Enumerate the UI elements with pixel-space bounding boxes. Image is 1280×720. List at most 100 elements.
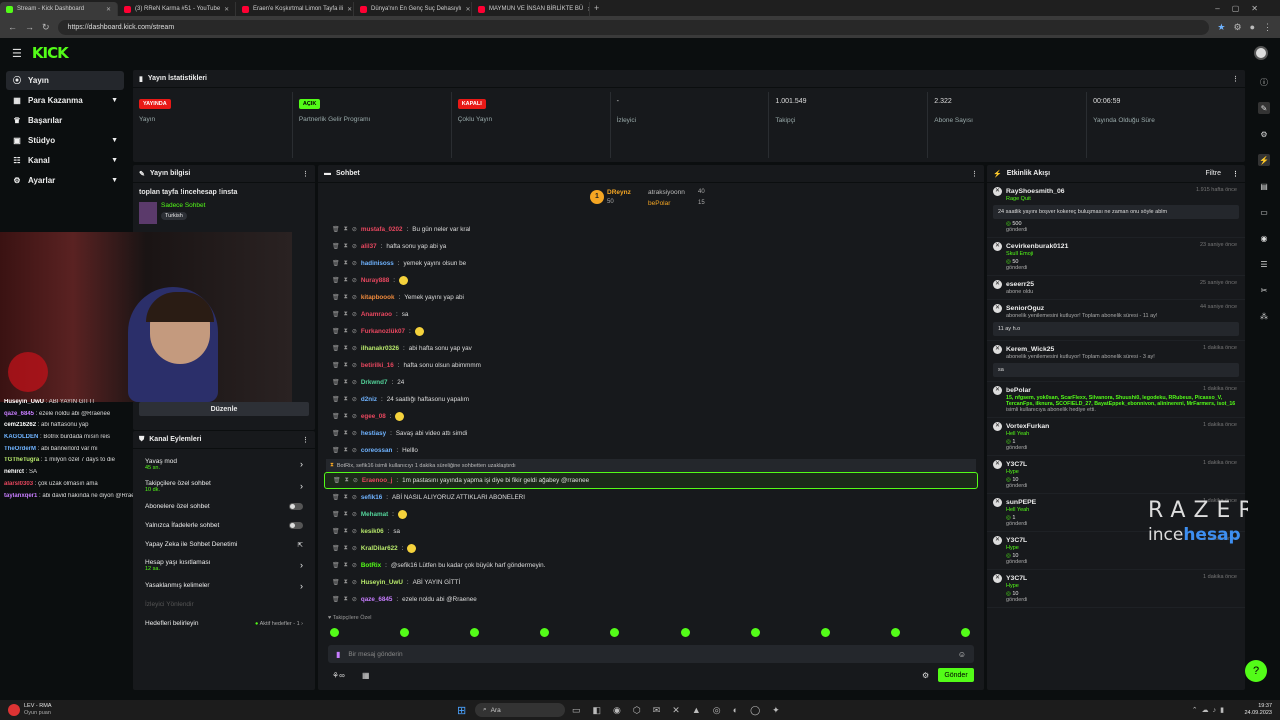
event-username[interactable]: SeniorOguz: [1006, 305, 1044, 312]
sidebar-item-3[interactable]: ▣ Stüdyo ▼: [6, 131, 124, 150]
ban-icon[interactable]: ⊘: [352, 396, 357, 403]
activity-menu-icon[interactable]: ⋮: [1232, 170, 1239, 178]
event-username[interactable]: sunPEPE: [1006, 499, 1036, 506]
ban-icon[interactable]: ⊘: [352, 362, 357, 369]
ban-icon[interactable]: ⊘: [352, 260, 357, 267]
ban-icon[interactable]: ⊘: [352, 413, 357, 420]
chevron-right-icon[interactable]: ›: [300, 481, 303, 491]
extensions-icon[interactable]: ⚙: [1233, 22, 1241, 33]
chat-message[interactable]: 🗑 ⧗ ⊘ qaze_6845: ezele noldu abi @Rraenee: [318, 591, 984, 608]
sidebar-item-0[interactable]: ⦿ Yayın: [6, 71, 124, 90]
channel-action-6[interactable]: Yasaklanmış kelimeler ›: [139, 576, 309, 595]
send-button[interactable]: Gönder: [938, 668, 974, 682]
hamburger-menu-icon[interactable]: ☰: [12, 47, 22, 60]
tab-close-icon[interactable]: ✕: [587, 6, 589, 13]
browser-tab[interactable]: Eraen'e Koşkırtmal Limon Tayfa ili ✕: [236, 2, 354, 16]
chat-username[interactable]: Nuray888: [361, 277, 389, 284]
chat-message[interactable]: 🗑 ⧗ ⊘ coreossan: Helllo: [318, 442, 984, 459]
chat-username[interactable]: Huseyin_UwU: [361, 579, 403, 586]
timeout-icon[interactable]: ⧗: [344, 345, 348, 352]
ban-icon[interactable]: ⊘: [352, 528, 357, 535]
leader-3-name[interactable]: bePolar: [648, 200, 670, 207]
taskbar-app-icon[interactable]: ◐: [733, 705, 738, 716]
browser-tab[interactable]: Dünya'nın En Genç Suç Dehasıylı ✕: [354, 2, 472, 16]
leader-1-name[interactable]: DReynz: [607, 189, 631, 196]
event-username[interactable]: RayShoesmith_06: [1006, 188, 1065, 195]
delete-message-icon[interactable]: 🗑: [332, 260, 340, 267]
user-avatar[interactable]: [1254, 46, 1268, 60]
taskbar-app-icon[interactable]: ✕: [672, 705, 680, 716]
category-link[interactable]: Sadece Sohbet: [161, 202, 205, 209]
timeout-icon[interactable]: ⧗: [344, 260, 348, 267]
event-username[interactable]: VortexFurkan: [1006, 423, 1049, 430]
timeout-icon[interactable]: ⧗: [344, 447, 348, 454]
timeout-icon[interactable]: ⧗: [344, 226, 348, 233]
toggle-switch[interactable]: [289, 503, 303, 510]
active-goals-label[interactable]: ● Aktif hedefler - 1 ›: [255, 621, 303, 627]
chat-username[interactable]: Drkwnd7: [361, 379, 388, 386]
chat-username[interactable]: Eraenoo_j: [362, 477, 392, 484]
document-icon[interactable]: ▤: [1258, 180, 1270, 192]
quick-emote-icon[interactable]: [540, 628, 550, 637]
broadcast-icon[interactable]: ◉: [1258, 232, 1270, 244]
wrench-icon[interactable]: ✂: [1258, 284, 1270, 296]
timeout-icon[interactable]: ⧗: [344, 494, 348, 501]
timeout-icon[interactable]: ⧗: [344, 379, 348, 386]
chat-settings-icon[interactable]: ⚙: [922, 671, 929, 680]
event-username[interactable]: Cevirkenburak0121: [1006, 243, 1068, 250]
filter-button[interactable]: Filtre: [1205, 170, 1221, 177]
chat-username[interactable]: mustafa_0202: [361, 226, 403, 233]
chat-username[interactable]: sefik16: [361, 494, 382, 501]
leader-2-name[interactable]: atraksiyoonn: [648, 189, 685, 196]
chevron-right-icon[interactable]: ›: [300, 560, 303, 570]
delete-message-icon[interactable]: 🗑: [332, 243, 340, 250]
taskbar-app-icon[interactable]: ▲: [692, 705, 701, 716]
chat-message[interactable]: 🗑 ⧗ ⊘ mustafa_0202: Bu gün neler var kral: [318, 221, 984, 238]
taskbar-app-icon[interactable]: ◎: [713, 705, 721, 716]
tab-close-icon[interactable]: ✕: [347, 6, 352, 13]
event-username[interactable]: Y3C7L: [1006, 575, 1027, 582]
timeout-icon[interactable]: ⧗: [345, 477, 349, 484]
channel-action-4[interactable]: Yapay Zeka ile Sohbet Denetimi ⇱: [139, 535, 309, 554]
chat-username[interactable]: KralDilar622: [361, 545, 398, 552]
ban-icon[interactable]: ⊘: [352, 430, 357, 437]
quick-emote-icon[interactable]: [470, 628, 480, 637]
delete-message-icon[interactable]: 🗑: [332, 494, 340, 501]
ban-icon[interactable]: ⊘: [352, 545, 357, 552]
ban-icon[interactable]: ⊘: [352, 243, 357, 250]
channel-action-3[interactable]: Yalnızca İfadelerle sohbet: [139, 516, 309, 535]
delete-message-icon[interactable]: 🗑: [332, 362, 340, 369]
toggle-switch[interactable]: [289, 522, 303, 529]
quick-emote-icon[interactable]: [820, 628, 830, 637]
timeout-icon[interactable]: ⧗: [344, 579, 348, 586]
language-tag[interactable]: Turkish: [161, 212, 187, 220]
chat-message[interactable]: 🗑 ⧗ ⊘ Nuray888:: [318, 272, 984, 289]
stream-info-menu-icon[interactable]: ⋮: [302, 170, 309, 178]
chat-tools-icon[interactable]: ⚘∞: [332, 671, 345, 680]
quick-emote-icon[interactable]: [960, 628, 970, 637]
delete-message-icon[interactable]: 🗑: [332, 226, 340, 233]
channel-action-5[interactable]: Hesap yaşı kısıtlaması 12 sa. ›: [139, 554, 309, 576]
delete-message-icon[interactable]: 🗑: [332, 277, 340, 284]
chat-message[interactable]: 🗑 ⧗ ⊘ hestiasy: Savaş abi video attı simdi: [318, 425, 984, 442]
ban-icon[interactable]: ⊘: [352, 596, 357, 603]
channel-actions-menu-icon[interactable]: ⋮: [302, 436, 309, 444]
chat-username[interactable]: hestiasy: [361, 430, 386, 437]
quick-emote-icon[interactable]: [610, 628, 620, 637]
taskbar-search[interactable]: ⌕ Ara: [475, 703, 565, 717]
chat-message[interactable]: 🗑 ⧗ ⊘ hadinisoss: yemek yayını olsun be: [318, 255, 984, 272]
quick-emote-icon[interactable]: [890, 628, 900, 637]
event-username[interactable]: bePolar: [1006, 387, 1031, 394]
chat-message[interactable]: 🗑 ⧗ ⊘ Drkwnd7:24: [318, 374, 984, 391]
delete-message-icon[interactable]: 🗑: [332, 396, 340, 403]
calendar-icon[interactable]: ▦: [362, 671, 370, 680]
chat-username[interactable]: kitapboook: [361, 294, 395, 301]
taskbar-app-icon[interactable]: ✉: [653, 705, 661, 716]
taskbar-app-icon[interactable]: ◧: [593, 705, 602, 716]
chat-message[interactable]: 🗑 ⧗ ⊘ ilhanakr0326: abi hafta sonu yap yav: [318, 340, 984, 357]
tab-close-icon[interactable]: ✕: [106, 6, 111, 13]
sidebar-item-1[interactable]: ▦ Para Kazanma ▼: [6, 91, 124, 110]
ban-icon[interactable]: ⊘: [352, 447, 357, 454]
window-controls[interactable]: –▢✕: [1215, 4, 1270, 13]
timeout-icon[interactable]: ⧗: [344, 294, 348, 301]
